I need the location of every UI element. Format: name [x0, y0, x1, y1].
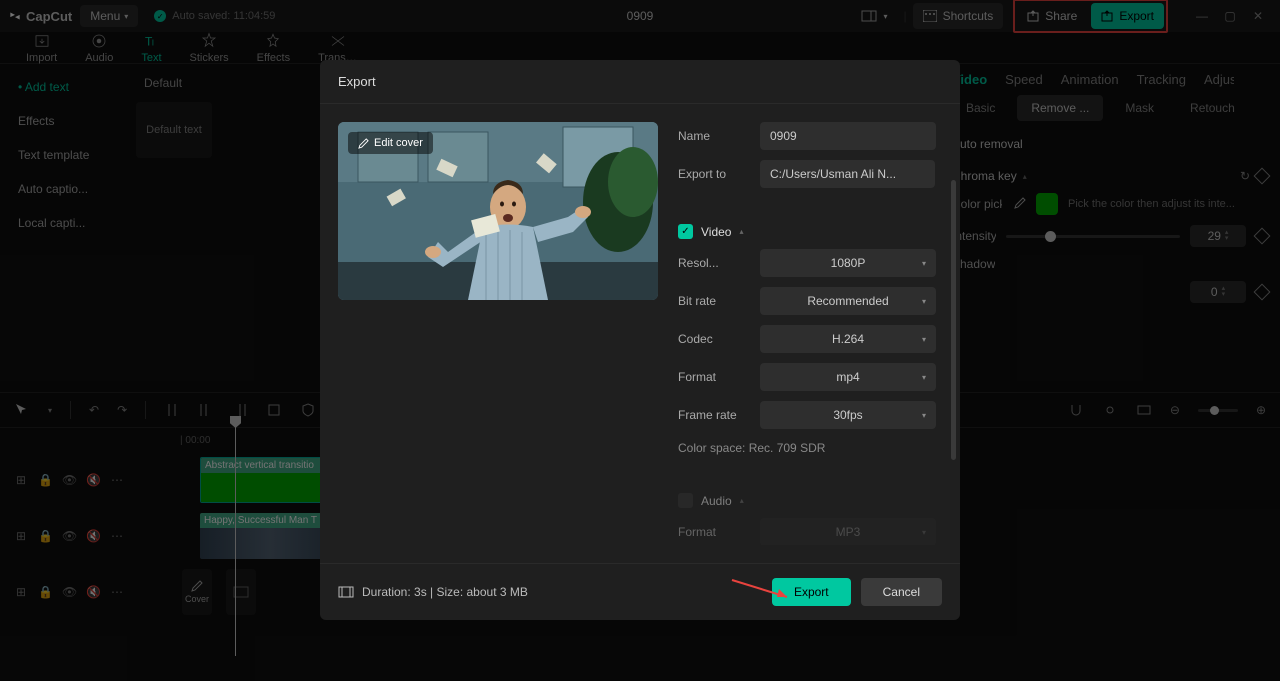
exportto-label: Export to — [678, 167, 750, 181]
framerate-select[interactable]: 30fps — [760, 401, 936, 429]
framerate-label: Frame rate — [678, 408, 750, 422]
codec-select[interactable]: H.264 — [760, 325, 936, 353]
exportto-input[interactable] — [760, 160, 935, 188]
modal-title: Export — [320, 60, 960, 104]
name-label: Name — [678, 129, 750, 143]
codec-label: Codec — [678, 332, 750, 346]
resolution-select[interactable]: 1080P — [760, 249, 936, 277]
name-input[interactable] — [760, 122, 936, 150]
modal-cancel-button[interactable]: Cancel — [861, 578, 942, 606]
format-label: Format — [678, 370, 750, 384]
audio-format-label: Format — [678, 525, 750, 539]
bitrate-label: Bit rate — [678, 294, 750, 308]
audio-format-select: MP3 — [760, 518, 936, 545]
annotation-arrow — [727, 575, 797, 608]
video-checkbox[interactable]: ✓ — [678, 224, 693, 239]
pencil-icon — [358, 138, 369, 149]
export-modal: Export — [320, 60, 960, 620]
cover-preview: Edit cover — [338, 122, 658, 300]
format-select[interactable]: mp4 — [760, 363, 936, 391]
bitrate-select[interactable]: Recommended — [760, 287, 936, 315]
resolution-label: Resol... — [678, 256, 750, 270]
audio-checkbox[interactable] — [678, 493, 693, 508]
film-icon — [338, 586, 354, 598]
audio-section-label: Audio — [701, 494, 732, 508]
video-section-label: Video — [701, 225, 731, 239]
edit-cover-button[interactable]: Edit cover — [348, 132, 433, 154]
duration-info: Duration: 3s | Size: about 3 MB — [338, 585, 528, 599]
color-space-text: Color space: Rec. 709 SDR — [678, 439, 936, 457]
modal-scrollbar[interactable] — [951, 180, 956, 460]
